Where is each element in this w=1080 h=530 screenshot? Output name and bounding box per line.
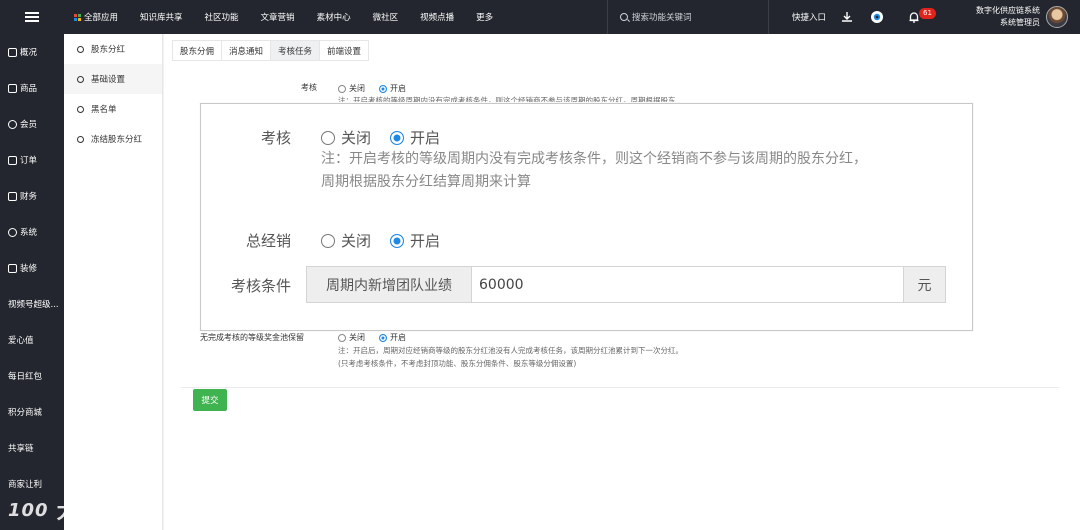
tab-notifications[interactable]: 消息通知	[221, 40, 272, 61]
user-icon	[8, 119, 17, 129]
avatar[interactable]	[1046, 6, 1068, 28]
top-bar: 全部应用 知识库共享 社区功能 文章营销 素材中心 微社区 视频点播 更多 搜索…	[0, 0, 1080, 34]
topnav-all-apps[interactable]: 全部应用	[74, 11, 118, 23]
general-distributor-label: 总经销	[245, 232, 291, 250]
circle-icon	[77, 135, 84, 143]
assessment-label: 考核	[301, 83, 317, 92]
user-info[interactable]: 数字化供应链系统 系统管理员	[976, 5, 1040, 29]
submit-button[interactable]: 提交	[193, 389, 227, 411]
sidebar-item-system[interactable]: 系统	[0, 214, 64, 250]
tab-assessment-tasks[interactable]: 考核任务	[270, 40, 321, 61]
notification-badge: 61	[919, 8, 936, 19]
pool-on-radio[interactable]: 开启	[379, 332, 406, 343]
download-icon[interactable]	[840, 10, 854, 24]
circle-icon	[77, 75, 84, 83]
topnav-item[interactable]: 知识库共享	[140, 11, 183, 23]
topnav-item[interactable]: 文章营销	[261, 11, 295, 23]
tab-bar: 股东分佣 消息通知 考核任务 前端设置	[172, 40, 370, 61]
watermark-logo: 100	[8, 499, 49, 521]
sidebar-item-love[interactable]: 爱心值	[0, 322, 64, 358]
dashboard-icon	[8, 47, 17, 57]
general-on-radio[interactable]: 开启	[390, 230, 440, 251]
assessment-on-radio-large[interactable]: 开启	[390, 127, 440, 148]
search-input[interactable]: 搜索功能关键词	[607, 0, 769, 34]
general-off-radio[interactable]: 关闭	[321, 230, 371, 251]
topnav-item[interactable]: 微社区	[373, 11, 399, 23]
condition-value-input[interactable]: 60000	[472, 267, 903, 302]
condition-label: 考核条件	[230, 277, 291, 295]
brush-icon	[8, 263, 17, 273]
sidebar-item-decoration[interactable]: 装修	[0, 250, 64, 286]
divider	[181, 387, 1059, 388]
sidebar-item-finance[interactable]: 财务	[0, 178, 64, 214]
menu-toggle-icon[interactable]	[0, 0, 64, 34]
assessment-label-large: 考核	[260, 129, 291, 147]
topnav-item[interactable]: 素材中心	[317, 11, 351, 23]
sidebar-item-share-chain[interactable]: 共享链	[0, 430, 64, 466]
sidebar-item-redpacket[interactable]: 每日红包	[0, 358, 64, 394]
top-nav: 全部应用 知识库共享 社区功能 文章营销 素材中心 微社区 视频点播 更多	[74, 0, 515, 34]
sidebar-item-overview[interactable]: 概况	[0, 34, 64, 70]
circle-icon	[77, 105, 84, 113]
goods-icon	[8, 83, 17, 93]
tab-dividend-commission[interactable]: 股东分佣	[172, 40, 223, 61]
finance-icon	[8, 191, 17, 201]
topnav-item[interactable]: 视频点播	[420, 11, 454, 23]
pool-off-radio[interactable]: 关闭	[338, 332, 365, 343]
cart-icon	[8, 155, 17, 165]
app-grid-icon	[74, 13, 81, 21]
topnav-item[interactable]: 社区功能	[205, 11, 239, 23]
sidebar-item-points-mall[interactable]: 积分商城	[0, 394, 64, 430]
assessment-note: 注：开启考核的等级周期内没有完成考核条件，则这个经销商不参与该周期的股东分红， …	[321, 151, 867, 190]
sidebar-item-goods[interactable]: 商品	[0, 70, 64, 106]
subnav-item-basic-settings[interactable]: 基础设置	[64, 64, 162, 94]
search-icon	[620, 13, 628, 21]
sub-nav: 股东分红 基础设置 黑名单 冻结股东分红	[64, 34, 163, 530]
sidebar: 概况 商品 会员 订单 财务 系统 装修 视频号超级... 爱心值 每日红包 积…	[0, 34, 64, 530]
zoom-callout: 考核 关闭 开启 注：开启考核的等级周期内没有完成考核条件，则这个经销商不参与该…	[200, 103, 973, 331]
assessment-on-radio[interactable]: 开启	[379, 83, 406, 94]
topnav-more[interactable]: 更多	[476, 11, 493, 23]
pool-note: 注：开启后，周期对应经销商等级的股东分红池没有人完成考核任务，该周期分红池累计到…	[338, 346, 683, 368]
sidebar-item-video[interactable]: 视频号超级...	[0, 286, 64, 322]
condition-prefix: 周期内新增团队业绩	[307, 267, 472, 302]
gear-icon	[8, 227, 17, 237]
watermark: 100 大数跨境	[8, 499, 145, 523]
condition-unit: 元	[903, 267, 945, 302]
pool-label: 无完成考核的等级奖金池保留	[200, 333, 304, 342]
condition-input-group: 周期内新增团队业绩 60000 元	[306, 266, 946, 303]
quick-entry-link[interactable]: 快捷入口	[792, 0, 826, 34]
circle-icon	[77, 45, 84, 53]
sidebar-item-orders[interactable]: 订单	[0, 142, 64, 178]
subnav-item-blacklist[interactable]: 黑名单	[64, 94, 162, 124]
assessment-off-radio[interactable]: 关闭	[338, 83, 365, 94]
sidebar-item-members[interactable]: 会员	[0, 106, 64, 142]
tab-frontend-settings[interactable]: 前端设置	[319, 40, 370, 61]
assessment-off-radio-large[interactable]: 关闭	[321, 127, 371, 148]
eye-icon[interactable]	[870, 10, 884, 24]
subnav-item-frozen-dividend[interactable]: 冻结股东分红	[64, 124, 162, 154]
subnav-item-dividend[interactable]: 股东分红	[64, 34, 162, 64]
